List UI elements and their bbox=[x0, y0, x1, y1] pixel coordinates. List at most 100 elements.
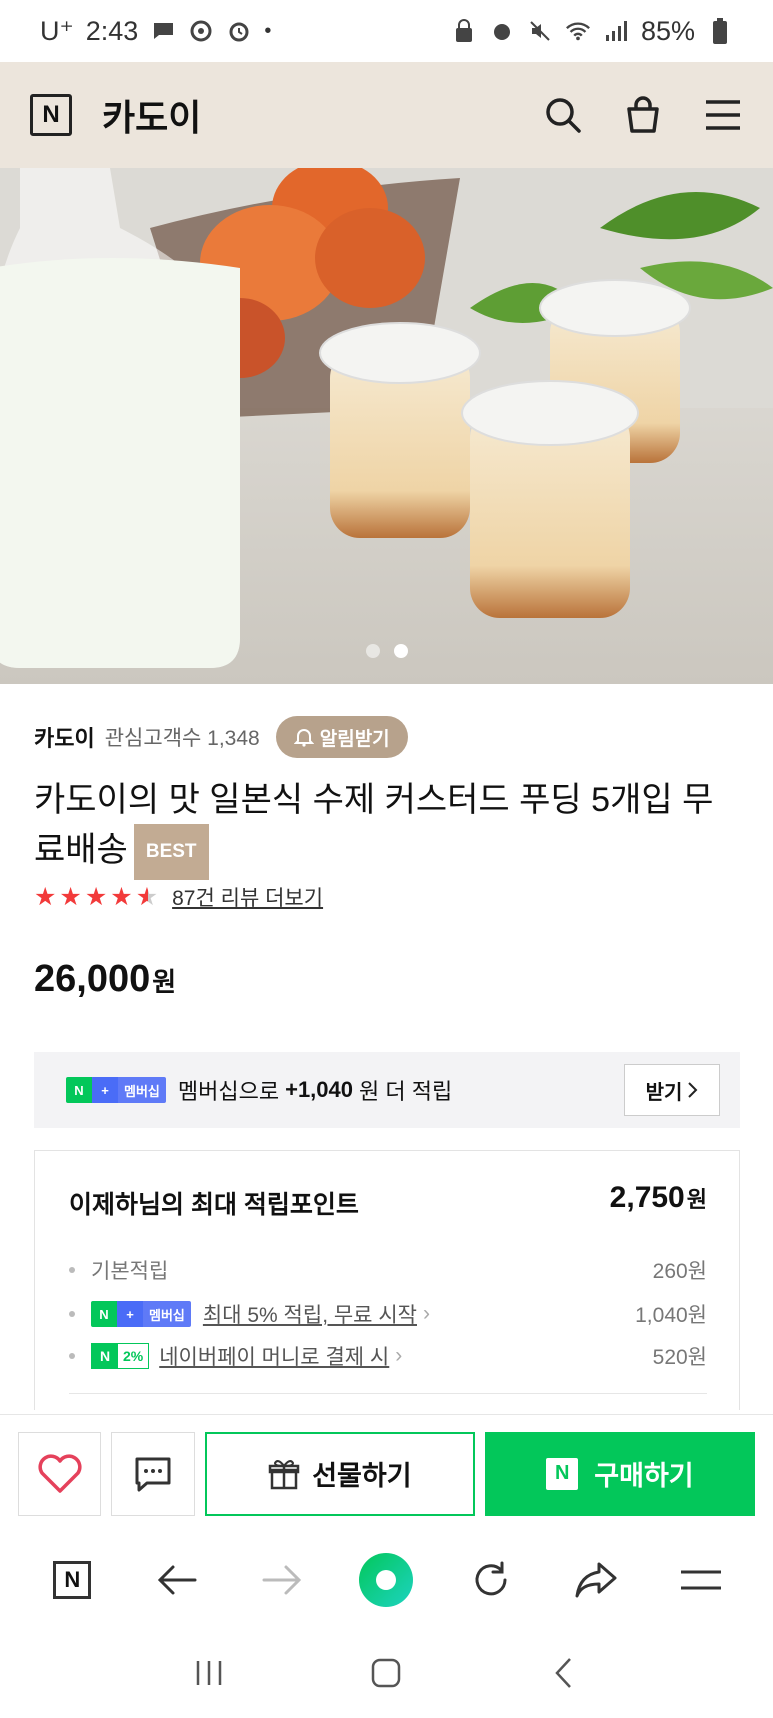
points-card: 이제하님의 최대 적립포인트 2,750원 기본적립 260원 N + 멤버십 … bbox=[34, 1150, 740, 1410]
chevron-right-icon: › bbox=[395, 1344, 403, 1367]
forward-arrow-icon[interactable] bbox=[252, 1550, 312, 1610]
membership-text-before: 멤버십으로 bbox=[177, 1079, 280, 1104]
status-bar: U⁺ 2:43 • 85% bbox=[0, 0, 773, 62]
badge-text: 멤버십 bbox=[118, 1077, 166, 1103]
browser-menu-icon[interactable] bbox=[671, 1550, 731, 1610]
recent-apps-icon[interactable] bbox=[179, 1643, 239, 1703]
message-icon bbox=[150, 18, 176, 44]
star-icon: ★ bbox=[110, 883, 133, 911]
best-badge: BEST bbox=[133, 824, 209, 880]
naverpay-badge: N 2% bbox=[91, 1343, 150, 1369]
carrier-label: U⁺ bbox=[40, 15, 74, 46]
buy-label: 구매하기 bbox=[594, 1461, 694, 1491]
half-star-icon: ★ bbox=[135, 883, 159, 911]
naver-logo-icon[interactable]: N bbox=[30, 94, 72, 136]
followers-count: 관심고객수 1,348 bbox=[104, 727, 260, 750]
divider bbox=[69, 1393, 707, 1394]
wishlist-button[interactable] bbox=[18, 1431, 102, 1516]
chat-icon bbox=[135, 1457, 171, 1491]
points-heading: 이제하님의 최대 적립포인트 bbox=[69, 1191, 359, 1219]
notify-button[interactable]: 알림받기 bbox=[275, 716, 408, 758]
battery-percent: 85% bbox=[640, 15, 695, 46]
system-navigation-bar bbox=[0, 1628, 773, 1718]
bullet-icon bbox=[69, 1267, 75, 1273]
carousel-dot-2[interactable] bbox=[393, 644, 408, 658]
home-icon[interactable] bbox=[356, 1643, 416, 1703]
points-total-unit: 원 bbox=[686, 1187, 707, 1212]
rating-stars: ★ ★ ★ ★ ★ bbox=[34, 882, 158, 912]
cart-icon[interactable] bbox=[623, 95, 663, 135]
points-row-amount: 1,040원 bbox=[635, 1304, 707, 1327]
alarm-status-icon bbox=[489, 18, 515, 44]
refresh-icon[interactable] bbox=[461, 1550, 521, 1610]
price-value: 26,000 bbox=[34, 958, 151, 1000]
badge-n: N bbox=[66, 1077, 92, 1103]
gift-label: 선물하기 bbox=[312, 1461, 412, 1491]
star-icon: ★ bbox=[59, 883, 82, 911]
naver-home-icon[interactable]: N bbox=[42, 1550, 102, 1610]
naverpay-link[interactable]: 네이버페이 머니로 결제 시 bbox=[159, 1341, 389, 1371]
receive-button[interactable]: 받기 bbox=[624, 1064, 720, 1116]
notify-label: 알림받기 bbox=[319, 728, 390, 750]
carousel-indicator bbox=[0, 644, 773, 658]
membership-text-after: 원 더 적립 bbox=[359, 1079, 453, 1104]
share-icon[interactable] bbox=[566, 1550, 626, 1610]
system-back-icon[interactable] bbox=[534, 1643, 594, 1703]
naverpay-n-icon: N bbox=[92, 1344, 118, 1368]
star-icon: ★ bbox=[84, 883, 108, 911]
menu-icon[interactable] bbox=[703, 95, 743, 135]
points-row-label: 기본적립 bbox=[91, 1260, 169, 1283]
store-name[interactable]: 카도이 bbox=[102, 89, 201, 141]
product-photo bbox=[0, 168, 773, 684]
points-total-value: 2,750 bbox=[609, 1181, 685, 1214]
browser-toolbar: N bbox=[0, 1532, 773, 1628]
search-icon[interactable] bbox=[543, 95, 583, 135]
chevron-right-icon: › bbox=[422, 1302, 430, 1325]
product-title: 카도이의 맛 일본식 수제 커스터드 푸딩 5개입 무료배송 BEST bbox=[34, 776, 734, 880]
points-row-basic: 기본적립 260원 bbox=[69, 1255, 707, 1285]
naverpay-percent: 2% bbox=[123, 1348, 144, 1364]
purchase-action-bar: 선물하기 N 구매하기 bbox=[0, 1414, 773, 1532]
bullet-icon bbox=[69, 1311, 75, 1317]
gift-button[interactable]: 선물하기 bbox=[204, 1431, 475, 1516]
more-dot-icon: • bbox=[264, 19, 272, 42]
naver-plus-membership-badge: N + 멤버십 bbox=[91, 1301, 191, 1327]
green-dot-icon[interactable] bbox=[356, 1550, 416, 1610]
product-image-carousel[interactable] bbox=[0, 168, 773, 684]
store-header: N 카도이 bbox=[0, 62, 773, 168]
membership-bonus: +1,040 bbox=[285, 1077, 353, 1102]
signal-icon bbox=[603, 18, 629, 44]
points-row-membership[interactable]: N + 멤버십 최대 5% 적립, 무료 시작 › 1,040원 bbox=[69, 1299, 707, 1329]
seller-name[interactable]: 카도이 bbox=[34, 721, 95, 753]
lock-icon bbox=[451, 18, 477, 44]
seller-row: 카도이 관심고객수 1,348 알림받기 bbox=[34, 716, 408, 758]
badge-text: 멤버십 bbox=[143, 1301, 191, 1327]
membership-link[interactable]: 최대 5% 적립, 무료 시작 bbox=[203, 1299, 417, 1329]
buy-button[interactable]: N 구매하기 bbox=[484, 1431, 755, 1516]
badge-n: N bbox=[91, 1301, 117, 1327]
status-left: U⁺ 2:43 • bbox=[40, 16, 271, 47]
battery-icon bbox=[707, 18, 733, 44]
carousel-dot-1[interactable] bbox=[365, 644, 380, 658]
chevron-right-icon bbox=[688, 1082, 698, 1098]
bell-plus-icon bbox=[293, 729, 314, 747]
back-arrow-icon[interactable] bbox=[147, 1550, 207, 1610]
clock: 2:43 bbox=[85, 15, 139, 46]
status-right: 85% bbox=[451, 16, 733, 47]
heart-icon bbox=[38, 1453, 82, 1493]
badge-plus: + bbox=[92, 1077, 118, 1103]
receive-label: 받기 bbox=[645, 1081, 683, 1104]
talk-button[interactable] bbox=[111, 1431, 195, 1516]
price-unit: 원 bbox=[152, 967, 177, 997]
star-icon: ★ bbox=[34, 883, 57, 911]
points-row-naverpay[interactable]: N 2% 네이버페이 머니로 결제 시 › 520원 bbox=[69, 1341, 707, 1371]
points-row-amount: 260원 bbox=[652, 1260, 707, 1283]
price: 26,000원 bbox=[34, 958, 176, 1001]
alarm-icon bbox=[226, 18, 252, 44]
gift-icon bbox=[268, 1459, 300, 1489]
review-link[interactable]: 87건 리뷰 더보기 bbox=[172, 882, 323, 912]
rating-row: ★ ★ ★ ★ ★ 87건 리뷰 더보기 bbox=[34, 882, 323, 912]
bullet-icon bbox=[69, 1353, 75, 1359]
header-actions bbox=[543, 95, 743, 135]
points-total: 2,750원 bbox=[610, 1181, 707, 1215]
